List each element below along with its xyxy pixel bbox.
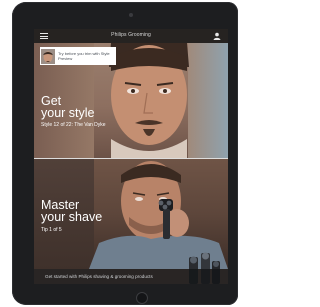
app-title: Philips Grooming [111,32,151,38]
style-preview-text: Try before you trim with Style Preview [58,51,110,61]
user-icon[interactable] [213,32,221,40]
heading-line: your style [41,106,95,120]
style-counter-text: Style 12 of 22: The Van Dyke [41,122,106,128]
get-your-style-heading: Get your style [41,95,121,120]
get-started-banner[interactable]: Get started with Philips shaving & groom… [34,269,228,284]
get-your-style-panel[interactable]: Try before you trim with Style Preview G… [34,43,228,158]
front-camera [129,13,133,17]
heading-line: your shave [41,210,103,224]
get-started-text: Get started with Philips shaving & groom… [45,274,153,279]
style-preview-card[interactable]: Try before you trim with Style Preview [40,47,116,65]
master-your-shave-heading: Master your shave [41,199,121,224]
app-header: Philips Grooming [34,29,228,43]
app-screen: Philips Grooming Try before you trim wit… [34,29,228,284]
tip-counter-text: Tip 1 of 5 [41,227,62,233]
home-button[interactable] [136,292,148,304]
style-preview-thumbnail [41,48,55,64]
